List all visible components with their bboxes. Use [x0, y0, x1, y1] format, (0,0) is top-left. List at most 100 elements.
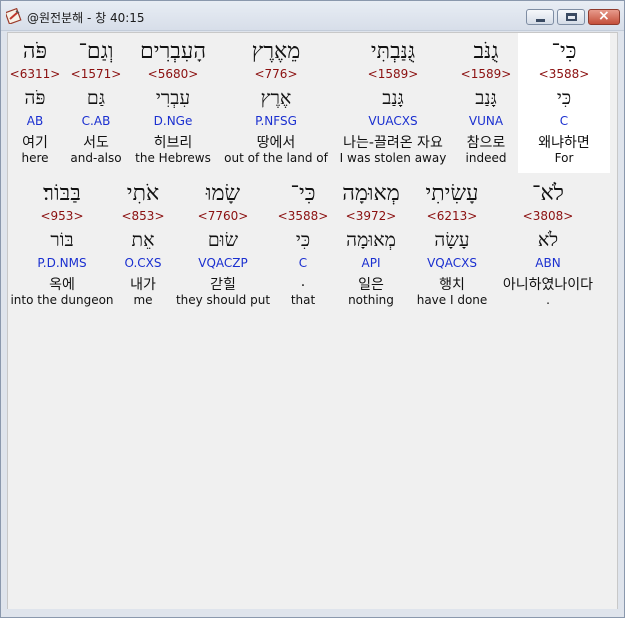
- hebrew-word: וְגַם־: [78, 39, 114, 64]
- word-cell[interactable]: כִּי־ <3588> כִּי C 왜냐하면 For: [518, 33, 610, 173]
- strong-number: <1589>: [367, 67, 419, 81]
- parsing-code: VUACXS: [368, 114, 418, 128]
- english-gloss: me: [133, 293, 153, 307]
- english-gloss: here: [21, 151, 49, 165]
- parsing-code: C.AB: [81, 114, 111, 128]
- english-gloss: out of the land of: [224, 151, 328, 165]
- parsing-code: P.NFSG: [255, 114, 297, 128]
- strong-number: <5680>: [147, 67, 199, 81]
- strong-number: <853>: [121, 209, 165, 223]
- window-title: @원전분해 - 창 40:15: [27, 11, 145, 25]
- word-cell[interactable]: גֻּנַּבְתִּי <1589> גָּנַב VUACXS 나는-끌려온…: [334, 33, 452, 173]
- parsing-code: VQACXS: [427, 256, 477, 270]
- korean-gloss: 아니하였나이다: [502, 277, 594, 293]
- strong-number: <776>: [254, 67, 298, 81]
- korean-gloss: 왜냐하면: [538, 135, 590, 151]
- parsing-code: C: [298, 256, 308, 270]
- strong-number: <3972>: [345, 209, 397, 223]
- lexical-form: לֹא: [537, 229, 559, 251]
- hebrew-word: לֹא־: [532, 181, 564, 206]
- hebrew-word: אֹתִי: [126, 181, 160, 206]
- strong-number: <6311>: [9, 67, 61, 81]
- minimize-button[interactable]: [526, 9, 554, 25]
- parsing-code: VUNA: [468, 114, 504, 128]
- word-cell[interactable]: בַּבּוֹר׃ <953> בּוֹר P.D.NMS 옥에 into th…: [10, 175, 114, 315]
- lexical-form: אֵת: [131, 229, 155, 251]
- english-gloss: I was stolen away: [339, 151, 447, 165]
- minimize-icon: [536, 19, 545, 22]
- korean-gloss: 히브리: [153, 135, 193, 151]
- word-cell[interactable]: הָעִבְרִים <5680> עִבְרִי D.NGe 히브리 the …: [128, 33, 218, 173]
- english-gloss: nothing: [348, 293, 394, 307]
- parsing-code: D.NGe: [153, 114, 193, 128]
- lexical-form: עִבְרִי: [155, 87, 191, 109]
- word-cell[interactable]: עָשִׂיתִי <6213> עָשָׂה VQACXS 행치 have I…: [412, 175, 492, 315]
- english-gloss: indeed: [465, 151, 507, 165]
- hebrew-word: גֻנֹּב: [473, 39, 499, 64]
- strong-number: <6213>: [426, 209, 478, 223]
- maximize-icon: [566, 13, 577, 21]
- korean-gloss: 행치: [439, 277, 465, 293]
- strong-number: <7760>: [197, 209, 249, 223]
- korean-gloss: 옥에: [49, 277, 75, 293]
- english-gloss: that: [290, 293, 316, 307]
- korean-gloss: 땅에서: [256, 135, 296, 151]
- korean-gloss: 일은: [358, 277, 384, 293]
- lexical-form: גָּנַב: [475, 87, 497, 109]
- lexical-form: כִּי: [295, 229, 311, 251]
- title-bar[interactable]: @원전분해 - 창 40:15 ×: [1, 1, 624, 31]
- lexical-form: כִּי: [556, 87, 572, 109]
- parsing-code: O.CXS: [124, 256, 162, 270]
- lexical-form: פֹּה: [24, 87, 46, 109]
- verse-line-1: כִּי־ <3588> כִּי C 왜냐하면 For גֻנֹּב <158…: [8, 33, 619, 173]
- lexical-form: אֶרֶץ: [260, 87, 292, 109]
- english-gloss: into the dungeon: [10, 293, 114, 307]
- parsing-code: C: [559, 114, 569, 128]
- english-gloss: .: [546, 293, 550, 307]
- strong-number: <953>: [40, 209, 84, 223]
- korean-gloss: 참으로: [466, 135, 506, 151]
- parsing-code: AB: [26, 114, 44, 128]
- hebrew-word: מֵאֶרֶץ: [251, 39, 301, 64]
- strong-number: <3588>: [538, 67, 590, 81]
- close-button[interactable]: ×: [588, 8, 620, 25]
- word-cell[interactable]: גֻנֹּב <1589> גָּנַב VUNA 참으로 indeed: [452, 33, 520, 173]
- hebrew-word: כִּי־: [551, 39, 577, 64]
- lexical-form: בּוֹר: [50, 229, 74, 251]
- word-cell[interactable]: אֹתִי <853> אֵת O.CXS 내가 me: [116, 175, 170, 315]
- word-cell[interactable]: פֹּה <6311> פֹּה AB 여기 here: [8, 33, 62, 173]
- maximize-button[interactable]: [557, 9, 585, 25]
- parsing-code: P.D.NMS: [37, 256, 87, 270]
- english-gloss: have I done: [416, 293, 488, 307]
- english-gloss: For: [554, 151, 574, 165]
- korean-gloss: 서도: [83, 135, 109, 151]
- strong-number: <1571>: [70, 67, 122, 81]
- hebrew-word: פֹּה: [22, 39, 48, 64]
- strong-number: <3808>: [522, 209, 574, 223]
- korean-gloss: 갇힐: [210, 277, 236, 293]
- strong-number: <3588>: [277, 209, 329, 223]
- verse-line-2: לֹא־ <3808> לֹא ABN 아니하였나이다 . עָשִׂיתִי …: [8, 175, 619, 315]
- lexical-form: גַּם: [86, 87, 106, 109]
- close-icon: ×: [598, 8, 610, 24]
- word-cell[interactable]: מֵאֶרֶץ <776> אֶרֶץ P.NFSG 땅에서 out of th…: [220, 33, 332, 173]
- lexical-form: שׂוּם: [207, 229, 239, 251]
- window-bottom-border: [1, 609, 624, 617]
- hebrew-word: גֻּנַּבְתִּי: [370, 39, 416, 64]
- lexical-form: גָּנַב: [382, 87, 404, 109]
- word-cell[interactable]: מְאוּמָה <3972> מְאוּמָה API 일은 nothing: [334, 175, 408, 315]
- hebrew-word: בַּבּוֹר׃: [43, 181, 81, 206]
- word-cell[interactable]: כִּי־ <3588> כִּי C . that: [274, 175, 332, 315]
- word-cell[interactable]: וְגַם־ <1571> גַּם C.AB 서도 and-also: [66, 33, 126, 173]
- korean-gloss: 나는-끌려온 자요: [343, 135, 443, 151]
- word-cell[interactable]: שָׂמוּ <7760> שׂוּם VQACZP 갇힐 they shoul…: [174, 175, 272, 315]
- english-gloss: the Hebrews: [135, 151, 211, 165]
- interlinear-pane: כִּי־ <3588> כִּי C 왜냐하면 For גֻנֹּב <158…: [7, 32, 618, 611]
- word-cell[interactable]: לֹא־ <3808> לֹא ABN 아니하였나이다 .: [492, 175, 604, 315]
- parsing-code: ABN: [535, 256, 561, 270]
- lexical-form: עָשָׂה: [434, 229, 470, 251]
- english-gloss: and-also: [70, 151, 122, 165]
- korean-gloss: 내가: [130, 277, 156, 293]
- parsing-code: API: [361, 256, 381, 270]
- hebrew-word: מְאוּמָה: [342, 181, 400, 206]
